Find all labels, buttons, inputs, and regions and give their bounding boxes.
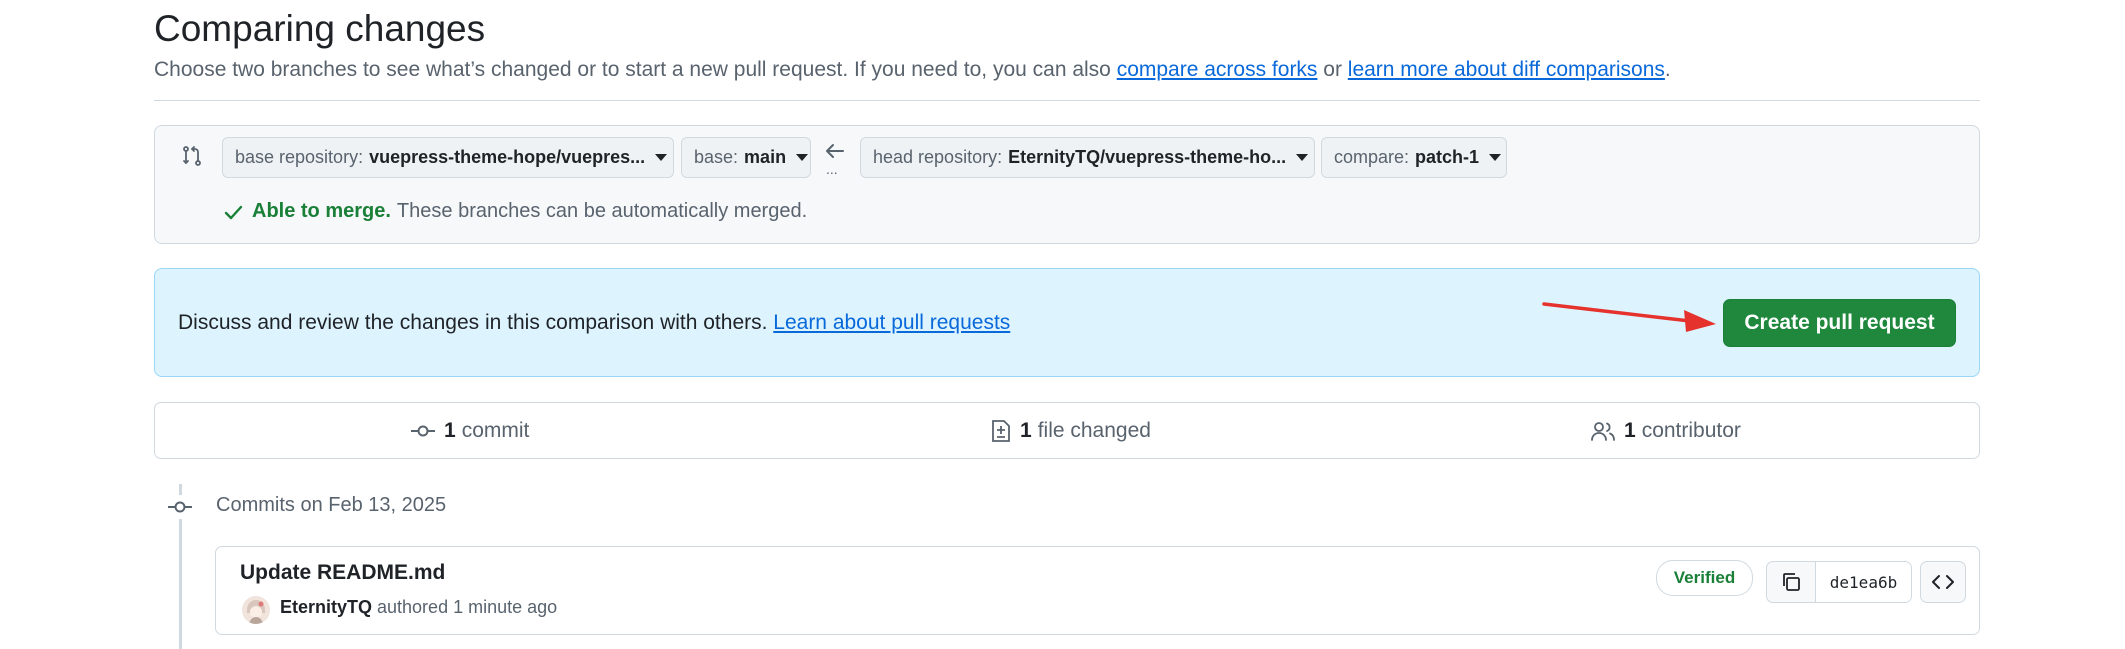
commits-count: 1 xyxy=(444,419,456,442)
compare-branch-select[interactable]: compare: patch-1 xyxy=(1321,137,1507,178)
file-diff-icon xyxy=(990,419,1012,443)
git-commit-icon xyxy=(410,421,436,441)
people-icon xyxy=(1590,420,1616,442)
chevron-down-icon xyxy=(655,154,668,161)
head-repo-value: EternityTQ/vuepress-theme-ho... xyxy=(1008,147,1287,167)
subtitle-text: Choose two branches to see what’s change… xyxy=(154,58,1117,81)
base-value: main xyxy=(744,147,787,167)
merge-ok-label: Able to merge. xyxy=(252,200,391,222)
merge-status-text: These branches can be automatically merg… xyxy=(396,200,808,222)
merge-status: Able to merge. These branches can be aut… xyxy=(222,200,807,223)
base-repo-label: base repository: xyxy=(235,147,364,167)
commit-sha-link[interactable]: de1ea6b xyxy=(1816,562,1911,602)
commit-sha-group: de1ea6b xyxy=(1766,561,1912,603)
commit-author-line: EternityTQ authored 1 minute ago xyxy=(280,597,557,618)
compare-value: patch-1 xyxy=(1415,147,1480,167)
chevron-down-icon xyxy=(1296,154,1309,161)
page-title: Comparing changes xyxy=(154,8,486,49)
verified-badge[interactable]: Verified xyxy=(1656,560,1753,596)
page-subtitle: Choose two branches to see what’s change… xyxy=(154,58,1671,82)
base-repo-value: vuepress-theme-hope/vuepres... xyxy=(369,147,646,167)
compare-label: compare: xyxy=(1334,147,1410,167)
subtitle-period: . xyxy=(1664,58,1671,81)
contributors-count: 1 xyxy=(1624,419,1636,442)
flash-message: Discuss and review the changes in this c… xyxy=(178,311,1010,335)
avatar[interactable] xyxy=(242,596,270,624)
commits-label: commit xyxy=(461,419,530,442)
annotation-arrow xyxy=(1542,302,1716,332)
learn-pull-requests-link[interactable]: Learn about pull requests xyxy=(773,311,1010,334)
browse-code-icon[interactable] xyxy=(1920,561,1966,603)
base-branch-select[interactable]: base: main xyxy=(681,137,811,178)
learn-diff-comparisons-link[interactable]: learn more about diff comparisons xyxy=(1348,58,1665,81)
head-repository-select[interactable]: head repository: EternityTQ/vuepress-them… xyxy=(860,137,1315,178)
subtitle-or: or xyxy=(1317,58,1348,81)
head-repo-label: head repository: xyxy=(873,147,1003,167)
check-icon xyxy=(222,201,244,223)
flash-text: Discuss and review the changes in this c… xyxy=(178,311,774,334)
compare-across-forks-link[interactable]: compare across forks xyxy=(1117,58,1318,81)
copy-icon[interactable] xyxy=(1767,562,1816,602)
stat-commits[interactable]: 1 commit xyxy=(410,419,529,443)
git-commit-icon xyxy=(168,495,192,519)
commit-author-link[interactable]: EternityTQ xyxy=(280,597,372,617)
commits-date-heading: Commits on Feb 13, 2025 xyxy=(216,494,447,516)
create-pull-request-button[interactable]: Create pull request xyxy=(1723,299,1956,347)
base-label: base: xyxy=(694,147,739,167)
header-divider xyxy=(154,100,1980,101)
base-repository-select[interactable]: base repository: vuepress-theme-hope/vuep… xyxy=(222,137,674,178)
arrow-left-icon xyxy=(823,141,847,161)
files-label: file changed xyxy=(1037,419,1151,442)
files-count: 1 xyxy=(1020,419,1032,442)
range-dots: ... xyxy=(826,161,838,177)
contributors-label: contributor xyxy=(1641,419,1741,442)
stat-contributors[interactable]: 1 contributor xyxy=(1590,419,1741,443)
compare-switch-icon[interactable] xyxy=(180,144,204,168)
chevron-down-icon xyxy=(796,154,809,161)
commit-title-link[interactable]: Update README.md xyxy=(240,561,445,585)
chevron-down-icon xyxy=(1489,154,1502,161)
stat-files[interactable]: 1 file changed xyxy=(990,419,1151,443)
commit-authored-time: authored 1 minute ago xyxy=(372,597,558,617)
